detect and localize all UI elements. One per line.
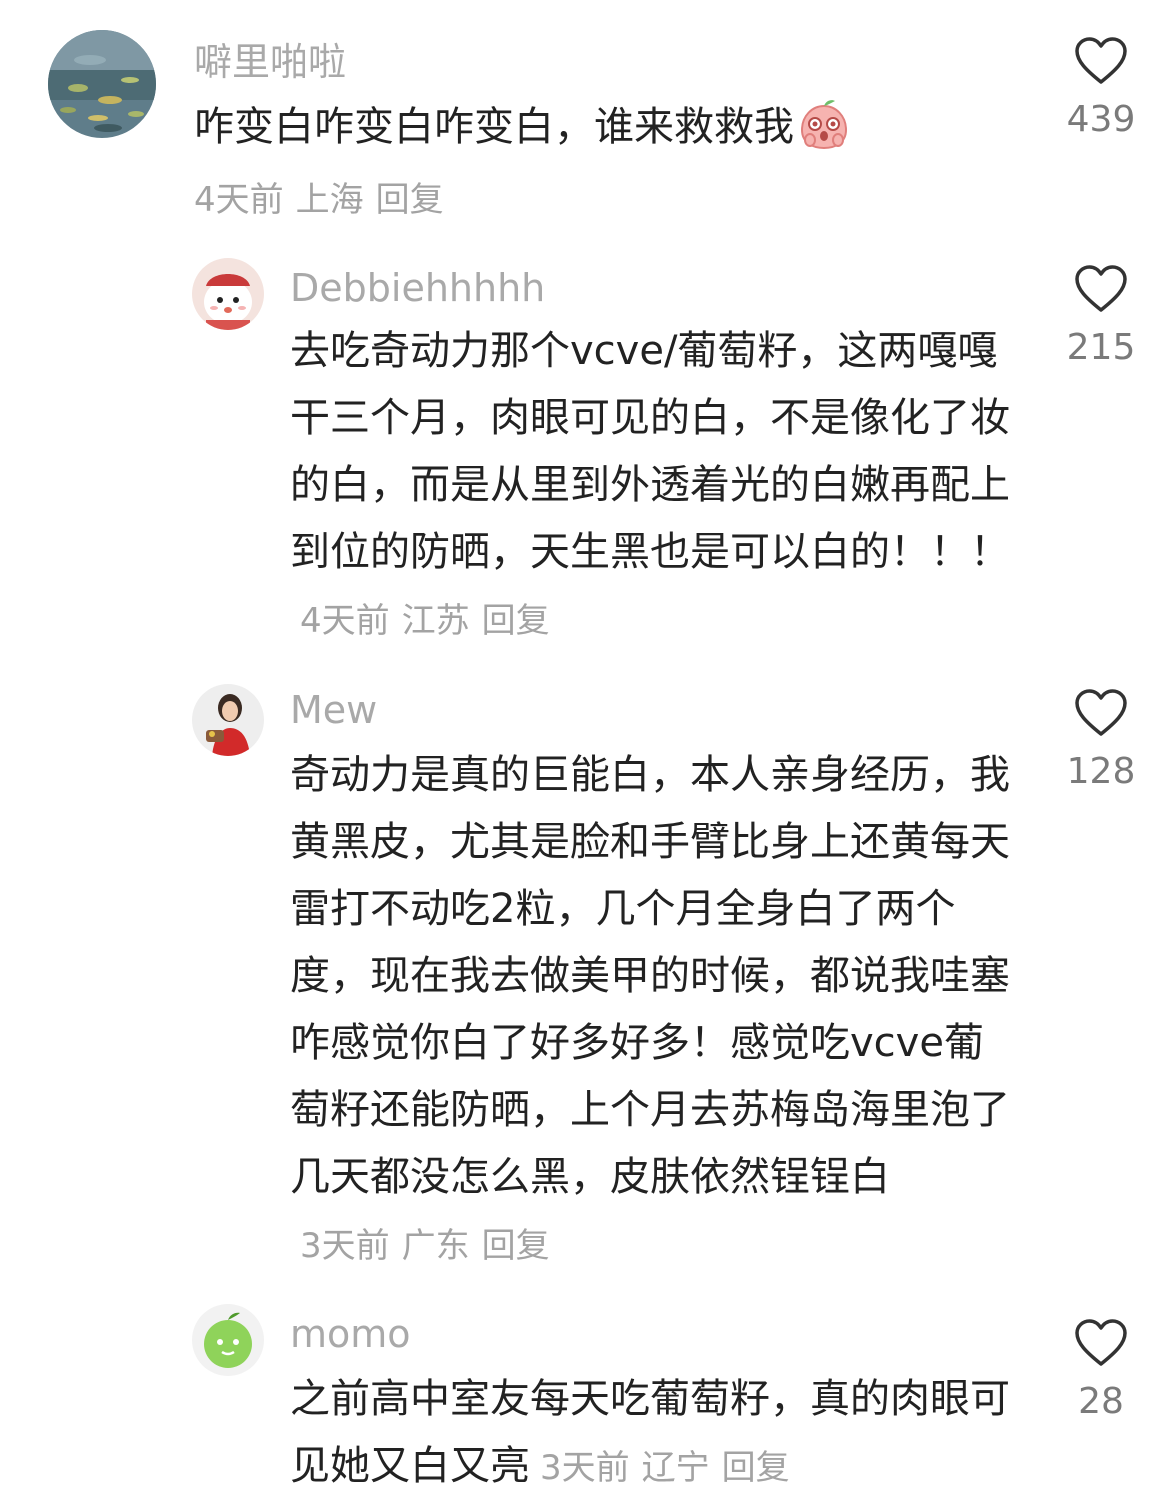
like-control: 128 — [1056, 688, 1146, 792]
comment-time: 4天前 — [300, 601, 390, 641]
comment-username[interactable]: momo — [290, 1310, 411, 1358]
like-count: 28 — [1078, 1381, 1124, 1422]
like-control: 215 — [1056, 264, 1146, 368]
comment-meta: 4天前 上海 回复 — [194, 172, 456, 221]
heart-icon[interactable] — [1074, 1318, 1128, 1368]
comment-time: 4天前 — [194, 180, 284, 220]
comment-item: 噼里啪啦 咋变白咋变白咋变白，谁来救救我 4天前 上海 回复 439 — [0, 0, 1170, 230]
reply-button[interactable]: 回复 — [722, 1448, 790, 1488]
comment-location: 辽宁 — [641, 1448, 710, 1488]
heart-icon[interactable] — [1074, 688, 1128, 738]
comment-text: 奇动力是真的巨能白，本人亲身经历，我黄黑皮，尤其是脸和手臂比身上还黄每天雷打不动… — [290, 742, 1014, 1280]
avatar[interactable] — [48, 30, 156, 138]
comment-location: 上海 — [295, 180, 364, 220]
heart-icon[interactable] — [1074, 36, 1128, 86]
shocked-peach-emoji-icon — [800, 100, 848, 150]
like-control: 28 — [1056, 1318, 1146, 1422]
avatar[interactable] — [192, 684, 264, 756]
comment-username[interactable]: Mew — [290, 686, 377, 734]
green-apple-icon — [192, 1304, 264, 1376]
comment-location: 江苏 — [401, 601, 470, 641]
comment-item: momo 之前高中室友每天吃葡萄籽，真的肉眼可见她又白又亮 3天前 辽宁 回复 28 — [0, 1290, 1170, 1509]
avatar[interactable] — [192, 1304, 264, 1376]
cartoon-character-icon — [192, 258, 264, 330]
comment-time: 3天前 — [300, 1226, 390, 1266]
comment-item: Mew 奇动力是真的巨能白，本人亲身经历，我黄黑皮，尤其是脸和手臂比身上还黄每天… — [0, 660, 1170, 1290]
like-count: 215 — [1066, 327, 1136, 368]
comment-text: 去吃奇动力那个vcve/葡萄籽，这两嘎嘎干三个月，肉眼可见的白，不是像化了妆的白… — [290, 318, 1014, 655]
comment-location: 广东 — [401, 1226, 470, 1266]
comment-text-body: 去吃奇动力那个vcve/葡萄籽，这两嘎嘎干三个月，肉眼可见的白，不是像化了妆的白… — [290, 328, 1010, 575]
comment-text: 咋变白咋变白咋变白，谁来救救我 — [194, 94, 1014, 161]
reply-button[interactable]: 回复 — [482, 601, 550, 641]
comment-meta: 3天前 广东 回复 — [300, 1226, 562, 1266]
comment-text: 之前高中室友每天吃葡萄籽，真的肉眼可见她又白又亮 3天前 辽宁 回复 — [290, 1366, 1014, 1502]
heart-icon[interactable] — [1074, 264, 1128, 314]
comment-username[interactable]: Debbiehhhhh — [290, 264, 545, 312]
avatar[interactable] — [192, 258, 264, 330]
like-count: 128 — [1066, 751, 1136, 792]
reply-button[interactable]: 回复 — [482, 1226, 550, 1266]
like-control: 439 — [1056, 36, 1146, 140]
like-count: 439 — [1066, 99, 1136, 140]
girl-photo-icon — [192, 684, 264, 756]
comment-meta: 3天前 辽宁 回复 — [540, 1448, 802, 1488]
water-lily-painting-icon — [48, 30, 156, 138]
comment-text-body: 奇动力是真的巨能白，本人亲身经历，我黄黑皮，尤其是脸和手臂比身上还黄每天雷打不动… — [290, 752, 1010, 1200]
reply-button[interactable]: 回复 — [376, 180, 444, 220]
comment-username[interactable]: 噼里啪啦 — [194, 38, 346, 86]
comment-item: Debbiehhhhh 去吃奇动力那个vcve/葡萄籽，这两嘎嘎干三个月，肉眼可… — [0, 230, 1170, 660]
comment-text-body: 咋变白咋变白咋变白，谁来救救我 — [194, 104, 794, 150]
comment-time: 3天前 — [540, 1448, 630, 1488]
comment-meta: 4天前 江苏 回复 — [300, 601, 562, 641]
